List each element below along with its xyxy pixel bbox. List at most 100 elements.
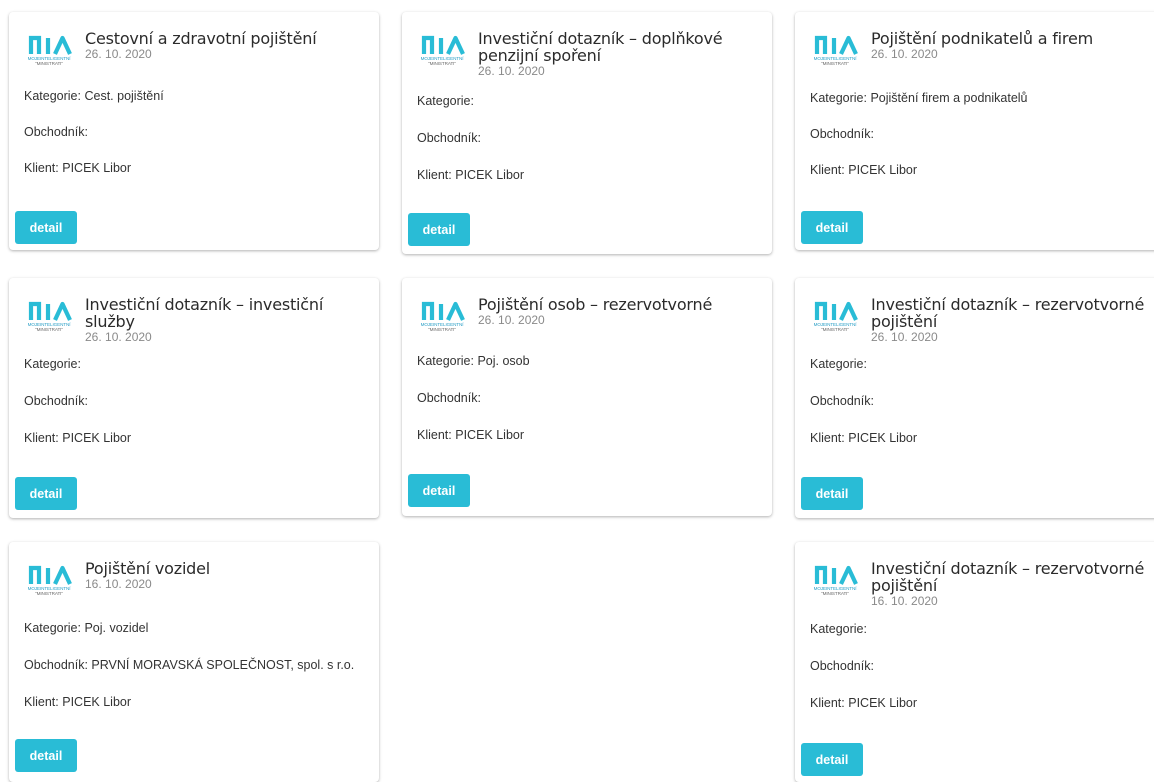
category-label: Kategorie: (417, 94, 474, 108)
client-label: Klient: (24, 695, 59, 709)
card-header: MOJEINTELIGENTNÍ "MINISTRATI" Investiční… (25, 296, 369, 344)
mia-logo-icon: MOJEINTELIGENTNÍ "MINISTRATI" (811, 564, 859, 598)
logo-text-line2: "MINISTRATI" (35, 61, 63, 66)
card-title-block: Pojištění osob – rezervotvorné 26. 10. 2… (478, 296, 762, 327)
client-label: Klient: (24, 161, 59, 175)
detail-button[interactable]: detail (15, 211, 77, 244)
mia-logo-icon: MOJEINTELIGENTNÍ "MINISTRATI" (25, 564, 73, 598)
card-category: Kategorie: (810, 622, 867, 636)
card-title: Investiční dotazník – doplňkové penzijní… (478, 29, 723, 65)
logo-text-line2: "MINISTRATI" (821, 591, 849, 596)
detail-button[interactable]: detail (801, 211, 863, 244)
card-title-block: Pojištění podnikatelů a firem 26. 10. 20… (871, 30, 1154, 61)
card-header: MOJEINTELIGENTNÍ "MINISTRATI" Pojištění … (418, 296, 762, 344)
detail-button[interactable]: detail (15, 739, 77, 772)
category-value: Cest. pojištění (84, 89, 164, 103)
card-category: Kategorie: (417, 94, 474, 108)
card-date: 26. 10. 2020 (85, 330, 152, 344)
dealer-label: Obchodník: (810, 659, 874, 673)
card-date: 26. 10. 2020 (478, 313, 545, 327)
document-card: MOJEINTELIGENTNÍ "MINISTRATI" Pojištění … (795, 12, 1154, 250)
dealer-label: Obchodník: (810, 394, 874, 408)
client-label: Klient: (417, 168, 452, 182)
card-title-block: Investiční dotazník – rezervotvorné poji… (871, 296, 1154, 344)
dealer-label: Obchodník: (417, 131, 481, 145)
document-card: MOJEINTELIGENTNÍ "MINISTRATI" Investiční… (795, 542, 1154, 782)
document-card: MOJEINTELIGENTNÍ "MINISTRATI" Cestovní a… (9, 12, 379, 250)
detail-button[interactable]: detail (408, 474, 470, 507)
card-date: 26. 10. 2020 (85, 47, 152, 61)
detail-button[interactable]: detail (801, 743, 863, 776)
mia-logo-icon: MOJEINTELIGENTNÍ "MINISTRATI" (811, 34, 859, 68)
detail-button[interactable]: detail (408, 213, 470, 246)
card-category: Kategorie: Pojištění firem a podnikatelů (810, 91, 1028, 105)
card-dealer: Obchodník: PRVNÍ MORAVSKÁ SPOLEČNOST, sp… (24, 658, 354, 672)
client-value: PICEK Libor (455, 168, 525, 182)
client-label: Klient: (24, 431, 59, 445)
card-client: Klient: PICEK Libor (810, 431, 917, 445)
mia-logo-icon: MOJEINTELIGENTNÍ "MINISTRATI" (418, 34, 466, 68)
card-dealer: Obchodník: (810, 394, 874, 408)
card-dealer: Obchodník: (24, 125, 88, 139)
card-header: MOJEINTELIGENTNÍ "MINISTRATI" Cestovní a… (25, 30, 369, 78)
document-card: MOJEINTELIGENTNÍ "MINISTRATI" Investiční… (9, 278, 379, 518)
mia-logo-icon: MOJEINTELIGENTNÍ "MINISTRATI" (25, 34, 73, 68)
card-header: MOJEINTELIGENTNÍ "MINISTRATI" Investiční… (418, 30, 762, 78)
client-label: Klient: (810, 696, 845, 710)
category-label: Kategorie: (810, 91, 867, 105)
card-header: MOJEINTELIGENTNÍ "MINISTRATI" Investiční… (811, 560, 1154, 608)
client-value: PICEK Libor (455, 428, 525, 442)
document-card: MOJEINTELIGENTNÍ "MINISTRATI" Investiční… (795, 278, 1154, 518)
detail-button[interactable]: detail (15, 477, 77, 510)
card-category: Kategorie: (24, 357, 81, 371)
mia-logo-icon: MOJEINTELIGENTNÍ "MINISTRATI" (811, 300, 859, 334)
card-date: 26. 10. 2020 (871, 330, 938, 344)
client-value: PICEK Libor (62, 161, 132, 175)
card-dealer: Obchodník: (810, 659, 874, 673)
card-category: Kategorie: (810, 357, 867, 371)
category-value: Pojištění firem a podnikatelů (870, 91, 1028, 105)
card-title: Pojištění osob – rezervotvorné (478, 295, 713, 314)
card-client: Klient: PICEK Libor (24, 161, 131, 175)
card-date: 16. 10. 2020 (871, 594, 938, 608)
card-dealer: Obchodník: (417, 131, 481, 145)
card-client: Klient: PICEK Libor (810, 163, 917, 177)
card-category: Kategorie: Poj. vozidel (24, 621, 148, 635)
client-label: Klient: (810, 163, 845, 177)
card-title-block: Investiční dotazník – rezervotvorné poji… (871, 560, 1154, 608)
logo-text-line2: "MINISTRATI" (821, 61, 849, 66)
logo-text-line2: "MINISTRATI" (428, 61, 456, 66)
card-title: Investiční dotazník – rezervotvorné poji… (871, 559, 1145, 595)
detail-button[interactable]: detail (801, 477, 863, 510)
card-date: 26. 10. 2020 (871, 47, 938, 61)
client-value: PICEK Libor (848, 163, 918, 177)
logo-text-line2: "MINISTRATI" (35, 591, 63, 596)
card-dealer: Obchodník: (24, 394, 88, 408)
category-label: Kategorie: (24, 621, 81, 635)
card-dealer: Obchodník: (810, 127, 874, 141)
mia-logo-icon: MOJEINTELIGENTNÍ "MINISTRATI" (418, 300, 466, 334)
client-value: PICEK Libor (62, 695, 132, 709)
card-title-block: Pojištění vozidel 16. 10. 2020 (85, 560, 369, 591)
mia-logo-icon: MOJEINTELIGENTNÍ "MINISTRATI" (25, 300, 73, 334)
logo-text-line2: "MINISTRATI" (428, 327, 456, 332)
document-card: MOJEINTELIGENTNÍ "MINISTRATI" Investiční… (402, 12, 772, 254)
card-title-block: Investiční dotazník – investiční služby … (85, 296, 369, 344)
card-client: Klient: PICEK Libor (810, 696, 917, 710)
card-title: Cestovní a zdravotní pojištění (85, 29, 317, 48)
card-category: Kategorie: Cest. pojištění (24, 89, 164, 103)
card-dealer: Obchodník: (417, 391, 481, 405)
client-label: Klient: (417, 428, 452, 442)
card-title-block: Cestovní a zdravotní pojištění 26. 10. 2… (85, 30, 369, 61)
document-card: MOJEINTELIGENTNÍ "MINISTRATI" Pojištění … (402, 278, 772, 516)
card-title: Pojištění vozidel (85, 559, 211, 578)
card-header: MOJEINTELIGENTNÍ "MINISTRATI" Pojištění … (811, 30, 1154, 78)
category-label: Kategorie: (810, 622, 867, 636)
dealer-label: Obchodník: (24, 125, 88, 139)
card-title-block: Investiční dotazník – doplňkové penzijní… (478, 30, 762, 78)
card-client: Klient: PICEK Libor (24, 695, 131, 709)
dealer-label: Obchodník: (417, 391, 481, 405)
category-value: Poj. vozidel (84, 621, 149, 635)
card-client: Klient: PICEK Libor (24, 431, 131, 445)
card-title: Investiční dotazník – investiční služby (85, 295, 324, 331)
